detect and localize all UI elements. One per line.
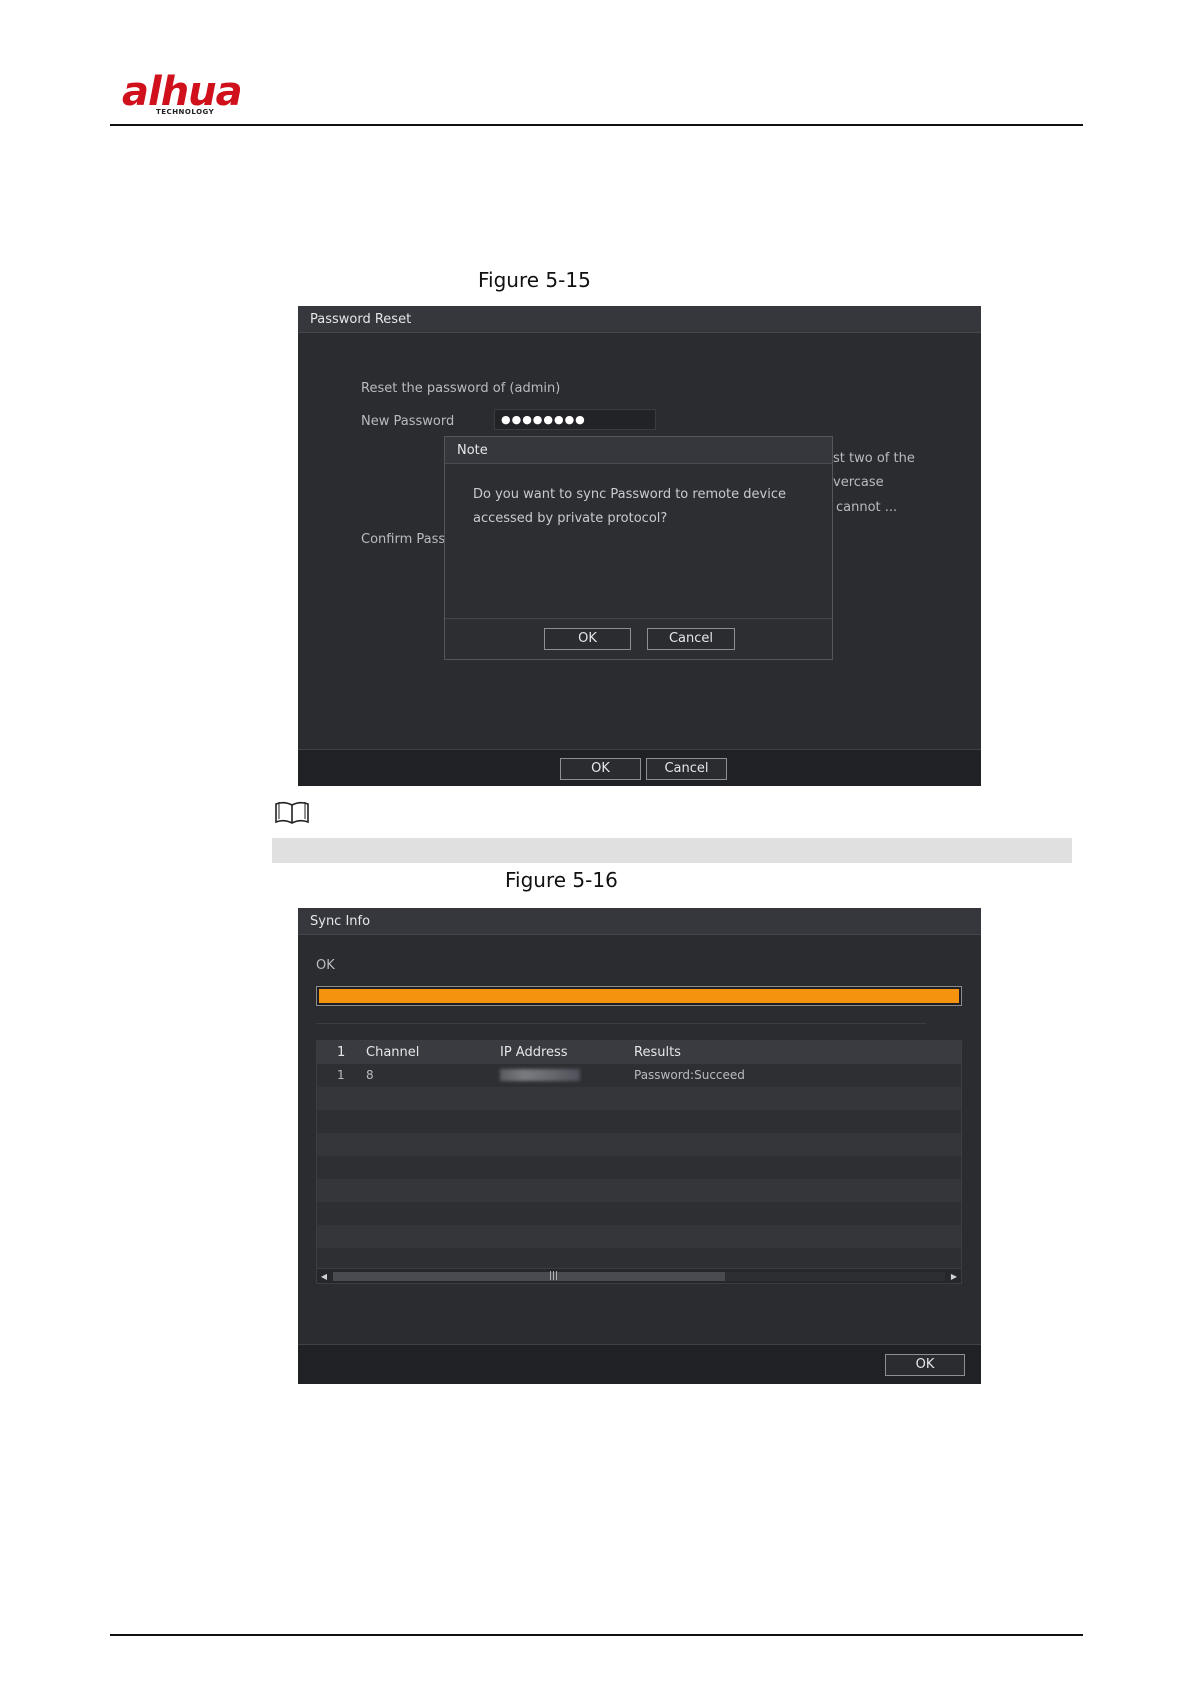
password-reset-title: Password Reset — [298, 306, 981, 333]
column-header-channel[interactable]: Channel — [366, 1041, 419, 1064]
sync-ok-button[interactable]: OK — [885, 1354, 965, 1376]
sync-info-window: Sync Info OK 1 Channel IP Address Result… — [298, 908, 981, 1384]
sync-info-footer: OK — [298, 1344, 981, 1384]
table-header: 1 Channel IP Address Results — [317, 1041, 961, 1064]
redacted-ip — [500, 1069, 580, 1081]
note-ok-button[interactable]: OK — [544, 628, 631, 650]
table-row-empty — [317, 1133, 961, 1156]
column-header-results[interactable]: Results — [634, 1041, 681, 1064]
column-header-ip-address[interactable]: IP Address — [500, 1041, 568, 1064]
figure-caption-5-15: Figure 5-15 — [478, 268, 591, 292]
divider — [316, 1023, 926, 1024]
row-channel: 8 — [366, 1068, 374, 1082]
row-result: Password:Succeed — [634, 1068, 745, 1082]
table-row-empty — [317, 1202, 961, 1225]
scroll-thumb[interactable] — [333, 1272, 725, 1281]
column-header-index[interactable]: 1 — [337, 1041, 345, 1064]
sync-info-title: Sync Info — [298, 908, 981, 935]
row-index: 1 — [337, 1068, 345, 1082]
password-hint-line-2: vercase — [833, 475, 884, 490]
reset-password-label: Reset the password of (admin) — [361, 381, 561, 396]
note-dialog-title: Note — [445, 437, 832, 464]
new-password-label: New Password — [361, 414, 455, 429]
scroll-right-arrow-icon[interactable]: ▶ — [947, 1270, 961, 1283]
book-icon — [275, 801, 309, 824]
password-reset-footer: OK Cancel — [298, 749, 981, 786]
table-row-empty — [317, 1087, 961, 1110]
password-reset-cancel-button[interactable]: Cancel — [646, 758, 727, 780]
new-password-value: ●●●●●●●● — [501, 413, 586, 426]
confirm-password-label: Confirm Pass — [361, 532, 446, 547]
new-password-field[interactable]: ●●●●●●●● — [494, 409, 656, 430]
note-bar — [272, 838, 1072, 863]
figure-caption-5-16: Figure 5-16 — [505, 868, 618, 892]
footer-rule — [110, 1634, 1083, 1636]
sync-progress-bar — [316, 986, 962, 1006]
sync-results-table: 1 Channel IP Address Results 1 8 Passwor… — [316, 1040, 962, 1284]
row-ip-address-redacted — [500, 1064, 580, 1089]
header-rule — [110, 124, 1083, 126]
password-reset-window: Password Reset Reset the password of (ad… — [298, 306, 981, 786]
table-row-empty — [317, 1179, 961, 1202]
table-row-empty — [317, 1156, 961, 1179]
password-reset-ok-button[interactable]: OK — [560, 758, 641, 780]
table-row-empty — [317, 1110, 961, 1133]
sync-progress-fill — [319, 989, 959, 1003]
dahua-logo: alhua TECHNOLOGY — [122, 70, 262, 120]
scroll-left-arrow-icon[interactable]: ◀ — [317, 1270, 331, 1283]
password-hint-line-1: st two of the — [833, 451, 915, 466]
scroll-track[interactable]: ||| — [333, 1272, 945, 1281]
note-dialog-message: Do you want to sync Password to remote d… — [473, 487, 786, 526]
logo-subtitle: TECHNOLOGY — [156, 108, 215, 116]
note-cancel-button[interactable]: Cancel — [647, 628, 735, 650]
password-hint-line-3: cannot ... — [836, 500, 898, 515]
horizontal-scrollbar[interactable]: ◀ ||| ▶ — [317, 1268, 961, 1283]
table-row[interactable]: 1 8 Password:Succeed — [317, 1064, 961, 1087]
sync-status-text: OK — [316, 958, 335, 973]
scroll-grip-icon: ||| — [549, 1271, 559, 1281]
table-row-empty — [317, 1225, 961, 1248]
note-dialog-footer: OK Cancel — [445, 618, 832, 659]
note-dialog: Note Do you want to sync Password to rem… — [444, 436, 833, 660]
